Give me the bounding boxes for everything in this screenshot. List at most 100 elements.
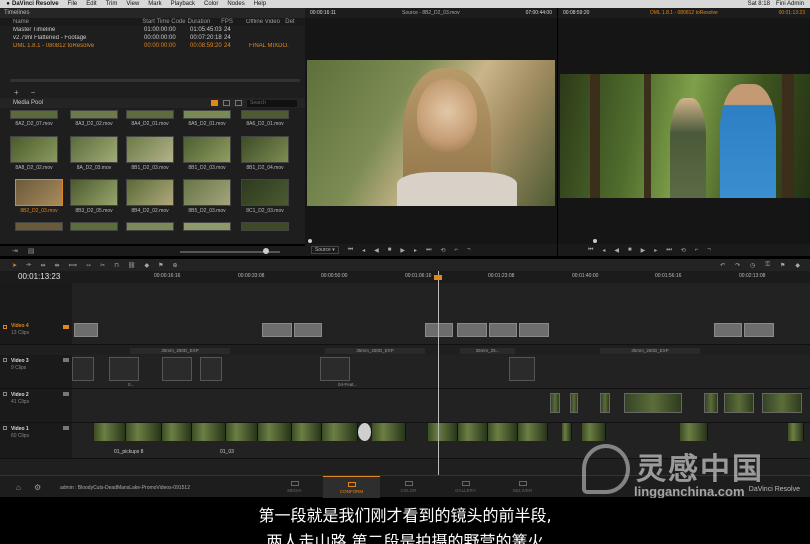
timeline-clip[interactable]	[200, 357, 222, 381]
menu-edit[interactable]: Edit	[86, 1, 96, 7]
timeline-clip[interactable]	[458, 423, 488, 441]
clip-thumbnail[interactable]: 8A4_D2_01.mov	[126, 110, 174, 127]
jump-end-icon[interactable]: ⏭	[426, 247, 431, 254]
clip-thumbnail[interactable]: 8B4_D2_02.mov	[126, 179, 174, 214]
timeline-clip[interactable]	[292, 423, 322, 441]
timeline-clip[interactable]	[457, 323, 487, 337]
jump-end-icon[interactable]: ⏭	[666, 247, 671, 254]
timeline-clip[interactable]	[714, 323, 742, 337]
app-menu[interactable]: DaVinci Resolve	[12, 1, 59, 7]
col-name[interactable]: Name	[13, 19, 142, 25]
marker-color-icon[interactable]: ◆	[795, 262, 800, 269]
playhead[interactable]	[438, 271, 439, 475]
add-timeline-button[interactable]: +	[14, 88, 19, 97]
clip-thumbnail[interactable]: 8A_D2_03.mov	[70, 136, 118, 171]
clip-thumbnail[interactable]: 8A3_D2_02.mov	[70, 110, 118, 127]
clip-thumbnail[interactable]: 8A6_D2_01.mov	[241, 110, 289, 127]
timelines-scrollbar[interactable]	[10, 79, 300, 82]
undo-icon[interactable]: ↶	[720, 262, 725, 269]
timeline-clip[interactable]	[372, 423, 406, 441]
roll-icon[interactable]: ⇼	[55, 262, 60, 269]
track-enable-icon[interactable]	[63, 426, 69, 430]
redo-icon[interactable]: ↷	[735, 262, 740, 269]
timeline-clip[interactable]	[788, 423, 804, 441]
timeline-ruler[interactable]: 00:01:13:23 00:00:16:16 00:00:33:08 00:0…	[0, 271, 810, 283]
timeline-clip[interactable]	[94, 423, 126, 441]
timeline-clip[interactable]	[489, 323, 517, 337]
timeline-clip[interactable]	[570, 393, 578, 413]
timeline-clip[interactable]	[744, 323, 774, 337]
timeline-clip[interactable]	[550, 393, 560, 413]
timeline-clip[interactable]	[519, 323, 549, 337]
track-enable-icon[interactable]	[63, 392, 69, 396]
timeline-clip[interactable]	[518, 423, 548, 441]
source-scrubber[interactable]	[308, 239, 312, 243]
apple-icon[interactable]: ●	[4, 1, 12, 7]
page-tab-color[interactable]: COLOR	[380, 476, 437, 498]
sort-icon[interactable]	[235, 100, 242, 106]
timeline-clip[interactable]	[109, 357, 139, 381]
clip-thumbnail[interactable]: 8A2_D2_07.mov	[10, 110, 58, 127]
page-tab-gallery[interactable]: GALLERY	[437, 476, 494, 498]
mark-out-icon[interactable]: ¬	[707, 247, 711, 253]
blade-icon[interactable]: ✂	[100, 262, 105, 269]
track-enable-icon[interactable]	[63, 358, 69, 362]
menu-playback[interactable]: Playback	[171, 1, 195, 7]
menu-color[interactable]: Color	[204, 1, 218, 7]
jump-start-icon[interactable]: ⏮	[348, 247, 353, 254]
timeline-clip[interactable]	[162, 357, 192, 381]
lock-icon[interactable]	[3, 358, 7, 362]
track-header-video1[interactable]: Video 1 60 Clips	[0, 423, 72, 459]
clip-thumbnail[interactable]: 8B3_D2_05.mov	[70, 179, 118, 214]
track-header-video3[interactable]: Video 3 9 Clips	[0, 355, 72, 389]
stop-icon[interactable]: ■	[388, 247, 392, 253]
step-forward-icon[interactable]: ▸	[654, 247, 657, 254]
trim-tool-icon[interactable]: ⟛	[26, 262, 31, 269]
play-reverse-icon[interactable]: ◀	[374, 247, 379, 254]
mark-in-icon[interactable]: ⌐	[455, 247, 459, 253]
remove-timeline-button[interactable]: −	[31, 88, 36, 97]
playhead-handle[interactable]	[434, 275, 442, 280]
list-view-icon[interactable]	[223, 100, 230, 106]
clip-thumbnail[interactable]: 8B5_D2_03.mov	[183, 179, 231, 214]
track-enable-icon[interactable]	[63, 325, 69, 329]
clip-thumbnail[interactable]	[126, 222, 174, 231]
mark-in-icon[interactable]: ⌐	[695, 247, 699, 253]
lock-icon[interactable]	[3, 426, 7, 430]
timeline-clip[interactable]	[262, 323, 292, 337]
zoom-icon[interactable]: ⊕	[173, 262, 178, 269]
col-det[interactable]: Det	[285, 19, 305, 25]
timeline-clip[interactable]	[226, 423, 258, 441]
marker-icon[interactable]: ◆	[145, 262, 150, 269]
lock-icon[interactable]	[3, 325, 7, 329]
history-icon[interactable]: ◷	[750, 262, 755, 269]
timeline-clip[interactable]	[358, 423, 372, 441]
menu-file[interactable]: File	[68, 1, 78, 7]
loop-icon[interactable]: ⟲	[681, 247, 686, 254]
page-tab-media[interactable]: MEDIA	[266, 476, 323, 498]
clip-thumbnail-selected[interactable]: 8B2_D2_03.mov	[15, 179, 63, 214]
step-forward-icon[interactable]: ▸	[414, 247, 417, 254]
lock-icon[interactable]	[3, 392, 7, 396]
source-select[interactable]: Source ▾	[311, 246, 339, 254]
timeline-clip[interactable]	[600, 393, 610, 413]
timeline-clip[interactable]	[162, 423, 192, 441]
slip-icon[interactable]: ⟺	[69, 262, 78, 269]
mark-out-icon[interactable]: ¬	[467, 247, 471, 253]
timeline-row[interactable]: Master Timeline 01:00:00:00 01:05:45:03 …	[0, 26, 305, 34]
col-offline[interactable]: Offline Video	[246, 19, 285, 25]
link-icon[interactable]: ⇥	[12, 247, 18, 255]
timeline-clip[interactable]	[425, 323, 453, 337]
timeline-row-active[interactable]: DML 1.8.1 - 080812 toResolve 00:00:00:00…	[0, 42, 305, 50]
track-header-video2[interactable]: Video 2 41 Clips	[0, 389, 72, 423]
menu-mark[interactable]: Mark	[148, 1, 161, 7]
timeline-clip[interactable]	[294, 323, 322, 337]
timeline-clip[interactable]	[562, 423, 572, 441]
link-clips-icon[interactable]: ⛓	[128, 262, 136, 269]
timeline-clip[interactable]	[724, 393, 754, 413]
clip-thumbnail[interactable]: 8A5_D2_01.mov	[183, 110, 231, 127]
clip-thumbnail[interactable]: 8B1_D2_03.mov	[126, 136, 174, 171]
flag-icon[interactable]: ⚑	[158, 262, 163, 269]
menu-help[interactable]: Help	[254, 1, 266, 7]
clip-thumbnail[interactable]: 8A8_D2_02.mov	[10, 136, 58, 171]
